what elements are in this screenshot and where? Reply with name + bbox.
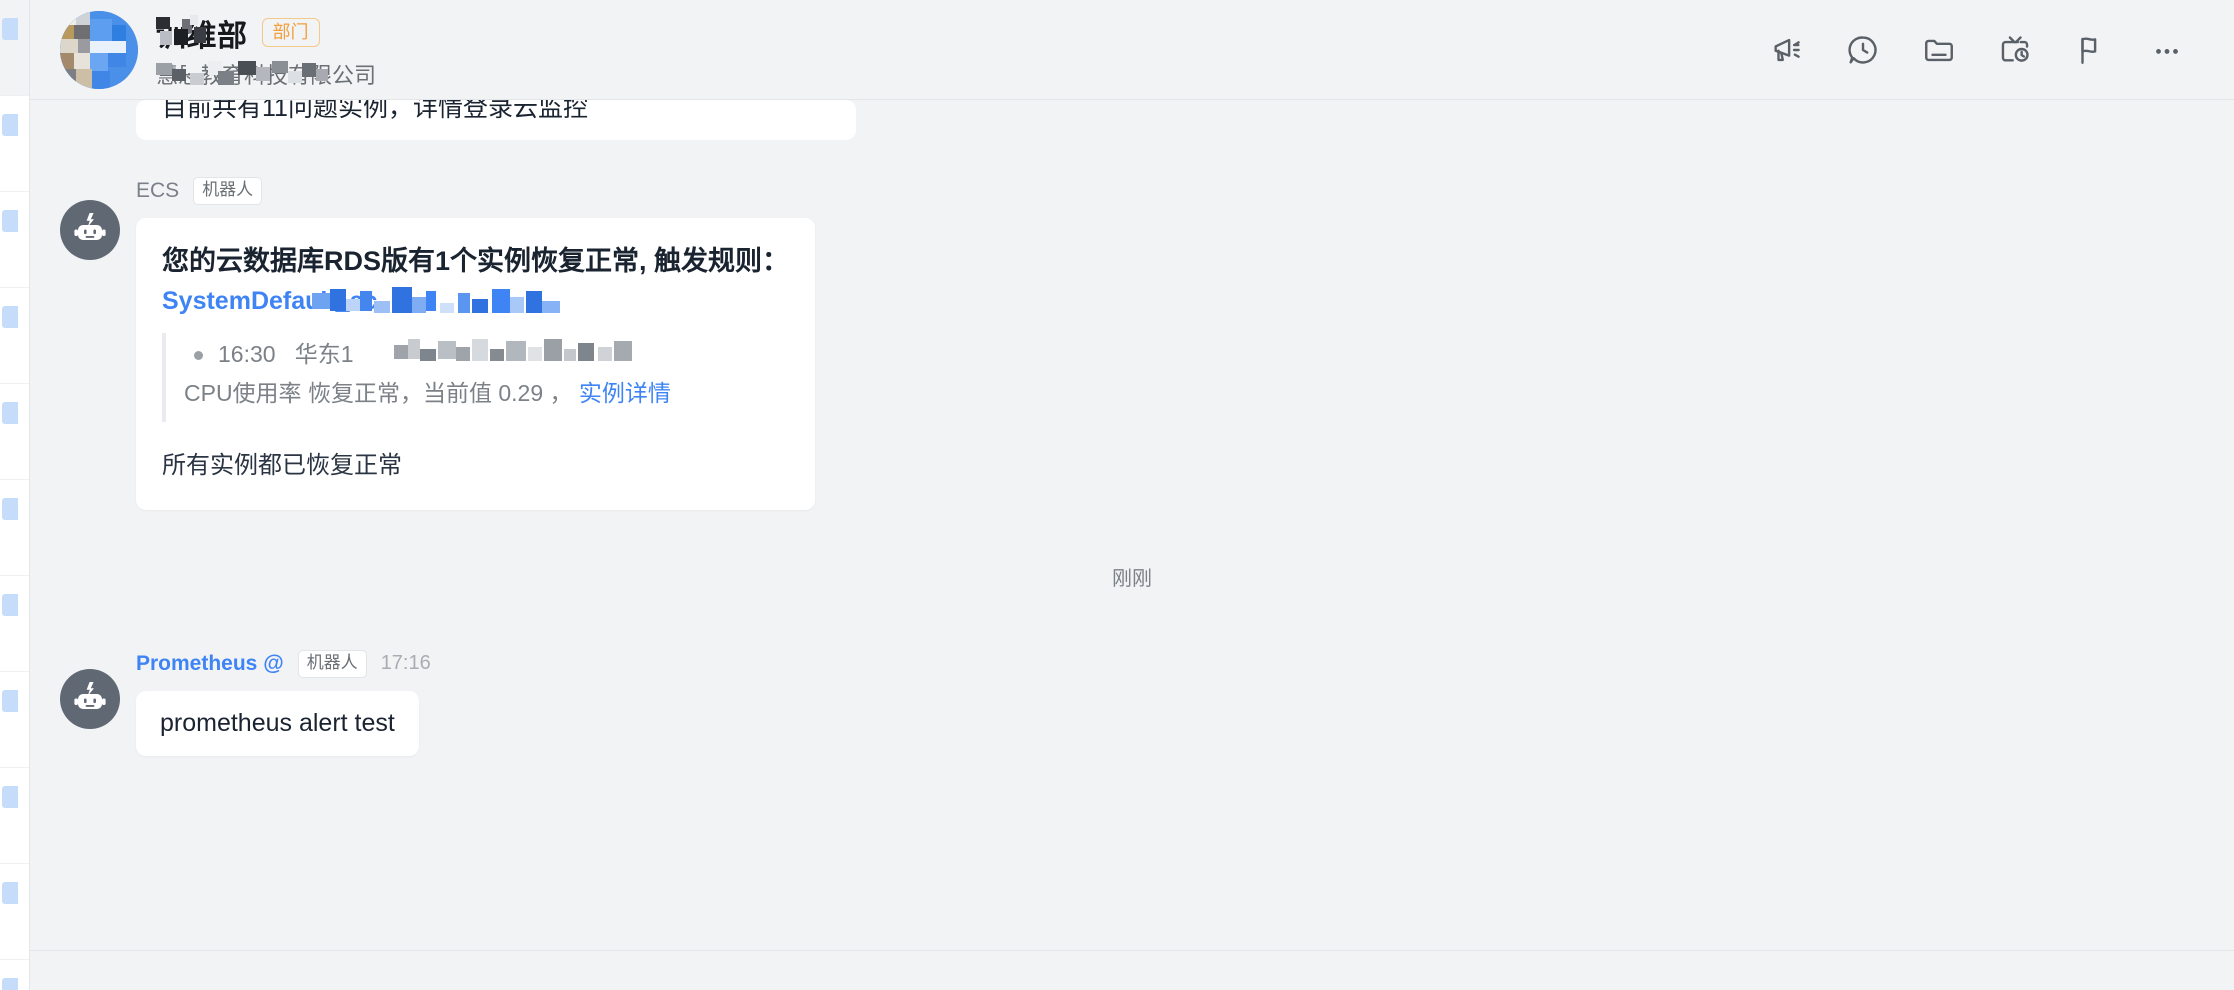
chat-header: 训维部 部门 慧思教育科技有限公司 — [30, 0, 2234, 100]
rule-name-mosaic-overlay — [312, 287, 789, 321]
sender-line: ECS 机器人 — [136, 174, 815, 208]
unread-badge — [2, 882, 18, 904]
list-item[interactable] — [0, 480, 29, 576]
message-bubble-ecs-card[interactable]: 您的云数据库RDS版有1个实例恢复正常, 触发规则： SystemDefault… — [136, 218, 816, 510]
list-item[interactable] — [0, 0, 29, 96]
message-text: prometheus alert test — [160, 708, 395, 737]
flag-icon[interactable] — [2068, 27, 2114, 73]
list-item[interactable] — [0, 576, 29, 672]
title-row: 训维部 部门 — [156, 11, 376, 55]
alert-rule-link[interactable]: SystemDefault_ac — [162, 287, 789, 321]
chat-title-text: 训维部 — [156, 19, 248, 53]
list-item[interactable] — [0, 960, 29, 990]
unread-badge — [2, 402, 18, 424]
list-item[interactable] — [0, 672, 29, 768]
bot-badge: 机器人 — [193, 177, 263, 205]
robot-icon — [74, 681, 106, 709]
avatar[interactable] — [60, 200, 120, 260]
alert-bullet-line: 16:30 华东1 — [184, 337, 789, 373]
message-row-ecs: ECS 机器人 您的云数据库RDS版有1个实例恢复正常, 触发规则： Syste… — [60, 174, 2204, 510]
clipped-message-text: 目前共有11问题实例，详情登录云监控 — [162, 100, 588, 122]
alert-detail-quote: 16:30 华东1 CPU使用率 恢复正常，当前值 0.29 ， 实例详情 — [162, 333, 789, 422]
unread-badge — [2, 690, 18, 712]
alert-card-title: 您的云数据库RDS版有1个实例恢复正常, 触发规则： — [162, 246, 790, 276]
group-avatar-image — [60, 10, 138, 89]
unread-badge — [2, 786, 18, 808]
header-actions — [1764, 27, 2190, 73]
sender-name[interactable]: Prometheus @ — [136, 652, 284, 676]
message-list-inner: 目前共有11问题实例，详情登录云监控 ECS 机器人 您的云数据库RDS版有1个… — [60, 100, 2204, 756]
group-avatar[interactable] — [60, 10, 138, 89]
unread-badge — [2, 114, 18, 136]
unread-badge — [2, 306, 18, 328]
header-title-block: 训维部 部门 慧思教育科技有限公司 — [156, 11, 376, 89]
list-item[interactable] — [0, 192, 29, 288]
alert-bullet-time: 16:30 — [218, 341, 276, 368]
department-tag: 部门 — [261, 17, 320, 48]
ding-alarm-icon[interactable] — [1992, 27, 2038, 73]
sender-name: ECS — [136, 179, 180, 202]
list-item[interactable] — [0, 288, 29, 384]
alert-metric-line: CPU使用率 恢复正常，当前值 0.29 ， 实例详情 — [184, 375, 789, 412]
alert-rule-link-text: SystemDefault_ac — [162, 287, 378, 316]
message-row-prometheus: Prometheus @ 机器人 17:16 prometheus alert … — [60, 647, 2204, 756]
folder-icon[interactable] — [1916, 27, 1962, 73]
more-icon[interactable] — [2144, 27, 2190, 73]
message-list[interactable]: 目前共有11问题实例，详情登录云监控 ECS 机器人 您的云数据库RDS版有1个… — [30, 100, 2234, 950]
alert-metric-text: CPU使用率 恢复正常，当前值 0.29 ， — [184, 380, 573, 407]
chat-main-column: 训维部 部门 慧思教育科技有限公司 目前共有11问题实例，详情登录云监控 ECS… — [30, 0, 2234, 990]
list-item[interactable] — [0, 384, 29, 480]
unread-badge — [2, 210, 18, 232]
company-subtitle-text: 慧思教育科技有限公司 — [156, 62, 377, 88]
dingtalk-chat-window: 训维部 部门 慧思教育科技有限公司 目前共有11问题实例，详情登录云监控 ECS… — [0, 0, 2234, 990]
time-divider-label: 刚刚 — [1112, 567, 1152, 590]
unread-badge — [2, 18, 18, 40]
announcement-icon[interactable] — [1764, 27, 1810, 73]
robot-icon — [74, 213, 106, 240]
message-timestamp: 17:16 — [380, 652, 431, 675]
page-title: 训维部 — [156, 11, 248, 55]
conversation-list-rail[interactable] — [0, 0, 30, 990]
unread-badge — [2, 978, 18, 990]
list-item[interactable] — [0, 96, 29, 192]
sender-line: Prometheus @ 机器人 17:16 — [136, 647, 431, 681]
chat-history-icon[interactable] — [1840, 27, 1886, 73]
list-item[interactable] — [0, 864, 29, 960]
instance-name-mosaic-overlay — [394, 337, 789, 373]
message-body-ecs: ECS 机器人 您的云数据库RDS版有1个实例恢复正常, 触发规则： Syste… — [136, 174, 816, 510]
unread-badge — [2, 498, 18, 520]
unread-badge — [2, 594, 18, 616]
message-bubble-clipped[interactable]: 目前共有11问题实例，详情登录云监控 — [136, 100, 856, 140]
list-item[interactable] — [0, 768, 29, 864]
alert-bullet-region: 华东1 — [294, 341, 354, 368]
bot-badge: 机器人 — [297, 650, 367, 678]
message-body-prometheus: Prometheus @ 机器人 17:16 prometheus alert … — [136, 647, 431, 756]
message-input-area[interactable] — [30, 950, 2234, 990]
alert-card-footer: 所有实例都已恢复正常 — [162, 451, 402, 479]
avatar[interactable] — [60, 668, 120, 729]
company-subtitle: 慧思教育科技有限公司 — [156, 59, 376, 89]
message-bubble-prometheus[interactable]: prometheus alert test — [136, 690, 419, 756]
time-divider: 刚刚 — [60, 562, 2204, 591]
instance-detail-link[interactable]: 实例详情 — [579, 380, 671, 406]
